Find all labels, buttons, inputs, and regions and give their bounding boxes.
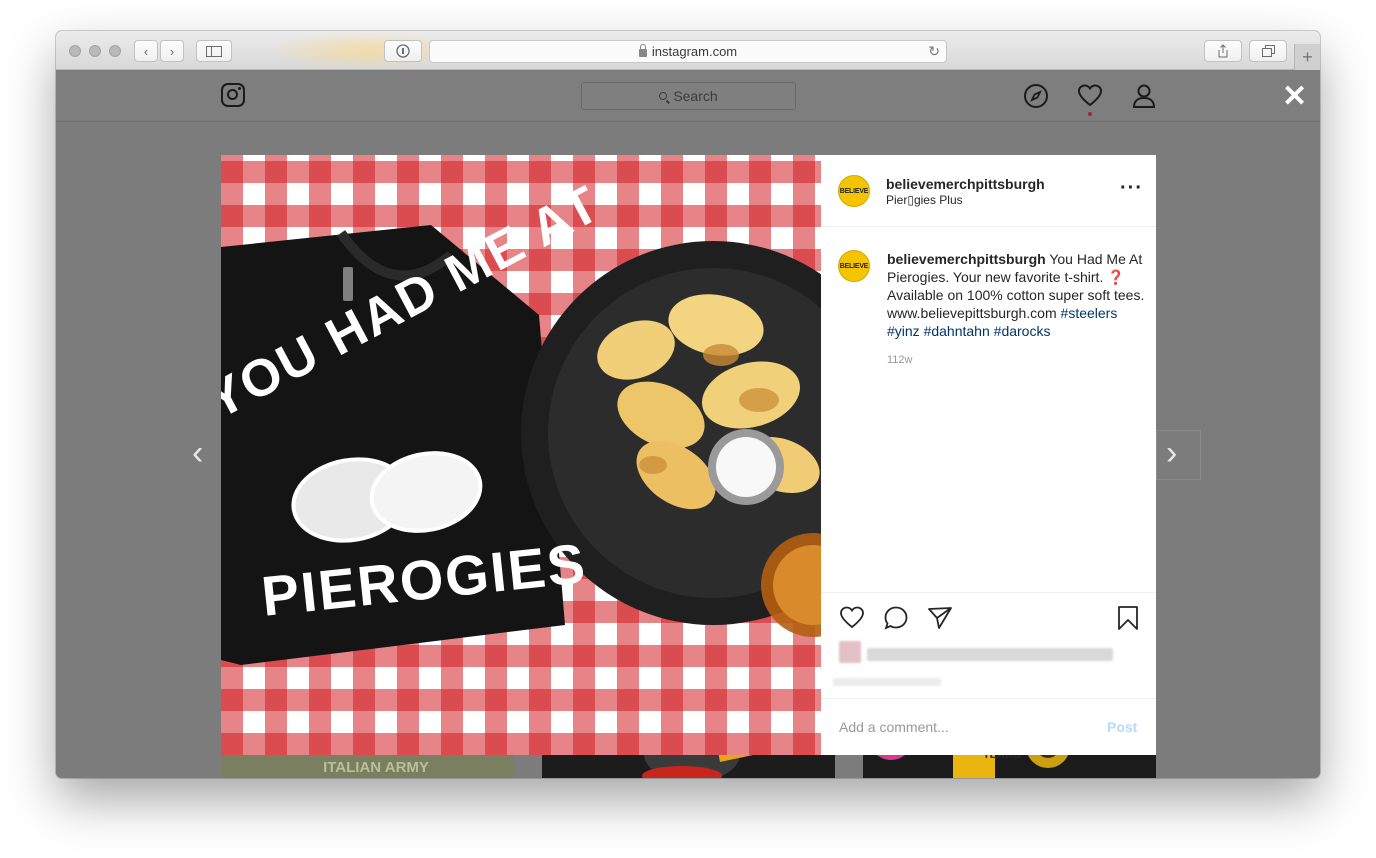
close-window-button[interactable] (69, 45, 81, 57)
more-options-icon[interactable]: ··· (1120, 177, 1143, 200)
post-details-panel: BELIEVE believemerchpittsburgh Pier▯gies… (821, 155, 1156, 755)
reload-icon[interactable]: ↻ (928, 43, 940, 60)
search-placeholder: Search (673, 88, 718, 104)
back-button[interactable]: ‹ (134, 40, 158, 62)
post-comment-button[interactable]: Post (1107, 719, 1137, 735)
instagram-page: Search ✕ ‹ › FRANCO'S ITALIAN ARMY (56, 70, 1320, 778)
activity-heart-icon[interactable] (1077, 83, 1103, 109)
avatar-logo-text: BELIEVE (839, 187, 869, 195)
url-text: instagram.com (651, 44, 738, 59)
hashtag-link[interactable]: #steelers (1061, 305, 1118, 321)
sidebar-button[interactable] (196, 40, 232, 62)
caption-avatar[interactable]: BELIEVE (838, 250, 870, 282)
search-input[interactable]: Search (581, 82, 796, 110)
post-caption: believemerchpittsburgh You Had Me At Pie… (887, 250, 1145, 340)
previous-post-icon[interactable]: ‹ (192, 433, 203, 473)
minimize-window-button[interactable] (89, 45, 101, 57)
share-button[interactable] (1204, 40, 1242, 62)
like-heart-icon[interactable] (839, 605, 865, 631)
caption-username[interactable]: believemerchpittsburgh (887, 251, 1046, 267)
instagram-logo-icon[interactable] (221, 83, 245, 107)
new-tab-button[interactable]: + (1294, 44, 1320, 70)
post-location[interactable]: Pier▯gies Plus (886, 193, 963, 207)
share-icon (1218, 44, 1228, 58)
profile-icon[interactable] (1131, 83, 1157, 109)
instagram-header: Search (56, 70, 1320, 122)
search-icon (659, 92, 668, 100)
close-modal-icon[interactable]: ✕ (1282, 82, 1307, 112)
notification-dot (1088, 112, 1092, 116)
browser-toolbar: ‹ › instagram.com ↻ + (56, 31, 1320, 70)
browser-window: ‹ › instagram.com ↻ + Search ✕ ‹ › ITALI… (56, 31, 1320, 778)
post-image[interactable]: YOU HAD ME AT PIEROGIES (221, 155, 821, 755)
tabs-icon (1261, 45, 1275, 57)
comment-icon[interactable] (883, 605, 909, 631)
lock-icon (638, 43, 647, 57)
next-post-icon[interactable]: › (1166, 433, 1177, 473)
chevron-right-icon: › (169, 43, 175, 59)
share-post-icon[interactable] (927, 605, 953, 631)
likes-text-blurred (867, 648, 1113, 661)
comment-input[interactable]: Add a comment... (839, 719, 949, 735)
liker-avatar-blurred (839, 641, 861, 663)
post-username[interactable]: believemerchpittsburgh (886, 176, 1045, 192)
password-button[interactable] (384, 40, 422, 62)
date-text-blurred (833, 678, 941, 686)
hashtag-link[interactable]: #dahntahn (924, 323, 990, 339)
post-age[interactable]: 112w (887, 354, 912, 366)
hashtag-link[interactable]: #yinz (887, 323, 920, 339)
caption-avatar-logo-text: BELIEVE (839, 262, 869, 270)
sidebar-icon (206, 45, 222, 57)
tabs-overview-button[interactable] (1249, 40, 1287, 62)
password-icon (396, 44, 410, 58)
avatar[interactable]: BELIEVE (838, 175, 870, 207)
hashtag-link[interactable]: #darocks (994, 323, 1051, 339)
bookmark-icon[interactable] (1115, 605, 1141, 631)
chevron-left-icon: ‹ (143, 43, 149, 59)
zoom-window-button[interactable] (109, 45, 121, 57)
next-post-button[interactable] (1156, 430, 1201, 480)
actions-divider (821, 592, 1156, 593)
forward-button[interactable]: › (160, 40, 184, 62)
comment-bar: Add a comment... Post (821, 698, 1156, 755)
address-bar[interactable]: instagram.com ↻ (429, 40, 947, 63)
explore-compass-icon[interactable] (1023, 83, 1049, 109)
post-header: BELIEVE believemerchpittsburgh Pier▯gies… (821, 155, 1156, 227)
plus-icon: + (1302, 47, 1313, 67)
